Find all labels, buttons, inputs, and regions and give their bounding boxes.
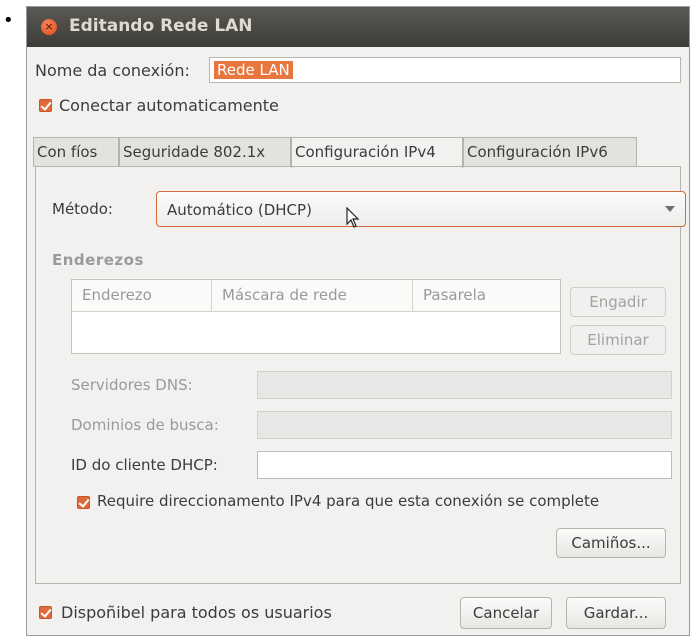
autoconnect-label: Conectar automaticamente (59, 96, 279, 115)
tab-ipv6[interactable]: Configuración IPv6 (463, 137, 637, 167)
require-ipv4-checkbox[interactable] (77, 496, 90, 509)
connection-name-label: Nome da conexión: (35, 61, 190, 80)
all-users-label: Dispoñibel para todos os usuarios (61, 603, 332, 622)
column-header-gateway[interactable]: Pasarela (413, 280, 560, 311)
method-combo[interactable]: Automático (DHCP) (156, 191, 686, 227)
routes-button[interactable]: Camiños... (556, 528, 666, 558)
cancel-button[interactable]: Cancelar (460, 597, 552, 629)
autoconnect-checkbox[interactable] (39, 99, 52, 112)
delete-address-button[interactable]: Eliminar (570, 325, 666, 355)
addresses-table[interactable]: Enderezo Máscara de rede Pasarela (71, 279, 561, 354)
tab-ipv4[interactable]: Configuración IPv4 (291, 137, 463, 168)
search-domains-field[interactable] (257, 411, 672, 439)
column-header-netmask[interactable]: Máscara de rede (212, 280, 413, 311)
edit-connection-dialog: × Editando Rede LAN Nome da conexión: Re… (26, 6, 690, 636)
dhcp-client-id-field[interactable] (257, 451, 672, 479)
mouse-pointer-icon (346, 207, 360, 228)
column-header-address[interactable]: Enderezo (72, 280, 212, 311)
window-title: Editando Rede LAN (69, 16, 253, 36)
dns-servers-label: Servidores DNS: (71, 376, 193, 394)
ipv4-panel: Método: Automático (DHCP) Enderezos Ende… (35, 166, 686, 584)
dns-servers-field[interactable] (257, 371, 672, 399)
save-button[interactable]: Gardar... (566, 597, 666, 629)
require-ipv4-label: Require direccionamento IPv4 para que es… (97, 492, 600, 510)
connection-name-value: Rede LAN (214, 61, 293, 79)
chevron-down-icon (665, 206, 675, 212)
method-label: Método: (52, 200, 113, 218)
list-bullet: • (3, 10, 14, 31)
tab-security-8021x[interactable]: Seguridade 802.1x (119, 137, 291, 167)
addresses-table-header: Enderezo Máscara de rede Pasarela (72, 280, 560, 312)
search-domains-label: Dominios de busca: (71, 416, 219, 434)
dhcp-client-id-label: ID do cliente DHCP: (71, 456, 218, 474)
connection-name-input[interactable]: Rede LAN (209, 57, 681, 83)
method-value: Automático (DHCP) (167, 201, 312, 219)
close-icon[interactable]: × (41, 19, 57, 35)
addresses-heading: Enderezos (52, 251, 144, 269)
title-bar: × Editando Rede LAN (27, 7, 689, 47)
all-users-checkbox[interactable] (39, 606, 52, 619)
add-address-button[interactable]: Engadir (570, 287, 666, 317)
tab-wired[interactable]: Con fíos (33, 137, 119, 167)
